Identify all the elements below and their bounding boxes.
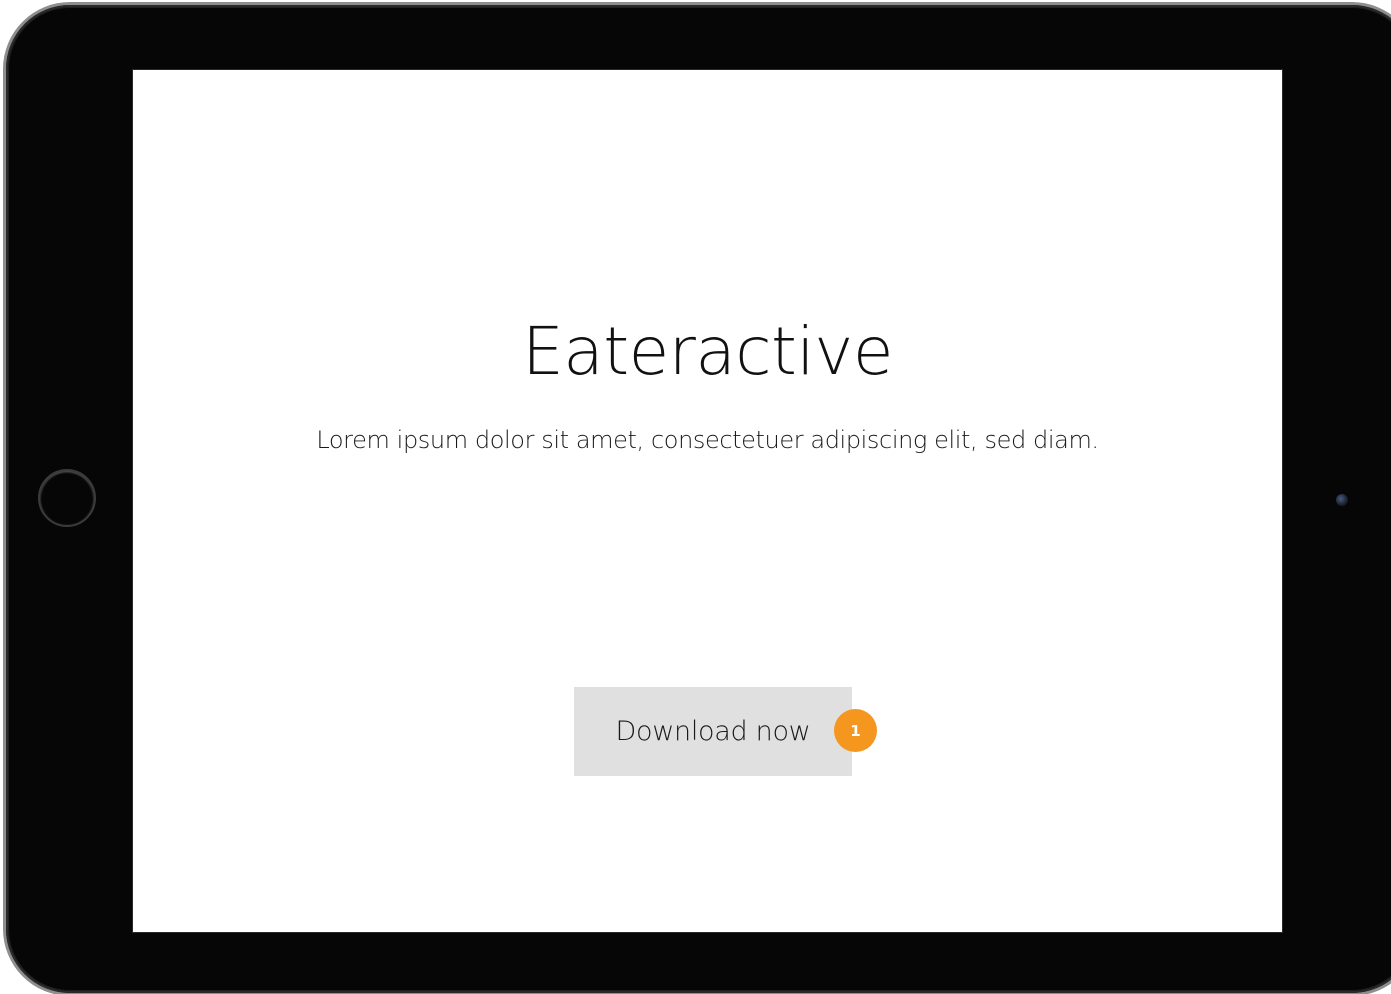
- app-tagline: Lorem ipsum dolor sit amet, consectetuer…: [316, 426, 1099, 454]
- download-now-button[interactable]: Download now: [574, 687, 852, 776]
- home-button-icon[interactable]: [38, 469, 96, 527]
- download-badge: 1: [834, 709, 877, 752]
- download-button-label: Download now: [615, 716, 811, 747]
- tablet-screen: Eateractive Lorem ipsum dolor sit amet, …: [133, 70, 1282, 932]
- tablet-device-frame: Eateractive Lorem ipsum dolor sit amet, …: [6, 5, 1391, 993]
- front-camera-icon: [1336, 494, 1348, 506]
- app-title: Eateractive: [522, 313, 893, 390]
